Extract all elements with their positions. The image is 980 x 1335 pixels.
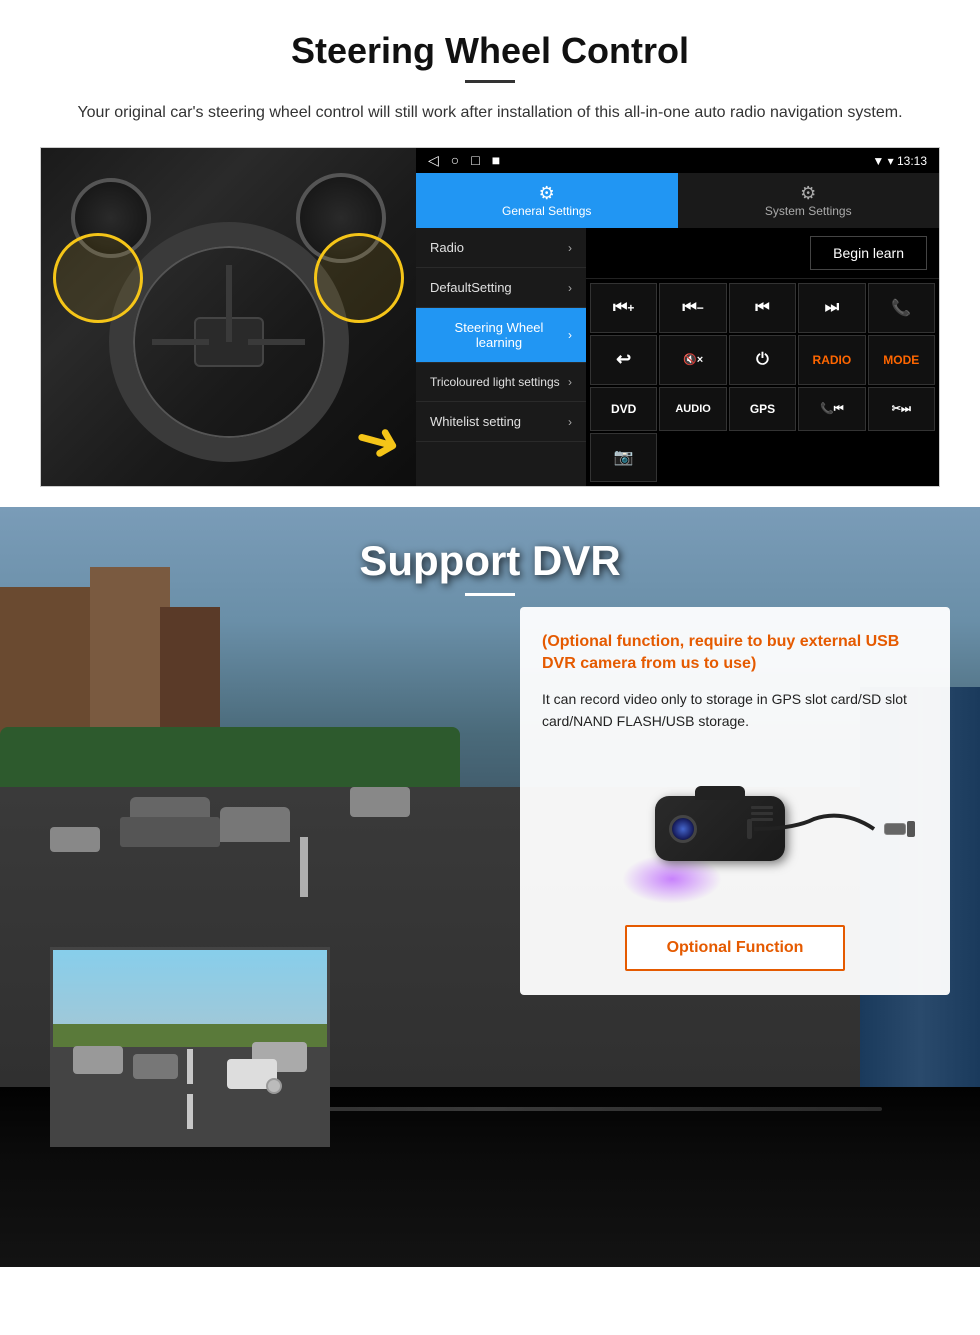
settings-tabs: ⚙ General Settings ⚙ System Settings <box>416 173 939 228</box>
dvr-title-area: Support DVR <box>0 507 980 616</box>
chevron-icon: › <box>568 415 572 429</box>
chevron-icon: › <box>568 375 572 389</box>
menu-item-radio[interactable]: Radio › <box>416 228 586 268</box>
section-subtitle: Your original car's steering wheel contr… <box>60 101 920 125</box>
dvr-info-card: (Optional function, require to buy exter… <box>520 607 950 995</box>
menu-item-whitelist-label: Whitelist setting <box>430 414 521 429</box>
begin-learn-button[interactable]: Begin learn <box>810 236 927 270</box>
audio-button[interactable]: AUDIO <box>659 387 726 431</box>
phone-prev-button[interactable]: 📞⏮ <box>798 387 865 431</box>
mute-button[interactable]: 🔇× <box>659 335 726 386</box>
chevron-icon: › <box>568 241 572 255</box>
gps-button[interactable]: GPS <box>729 387 796 431</box>
vol-up-button[interactable]: ⏮+ <box>590 283 657 333</box>
dvr-optional-text: (Optional function, require to buy exter… <box>542 631 928 676</box>
menu-item-defaultsetting[interactable]: DefaultSetting › <box>416 268 586 308</box>
prev-track-button[interactable]: ⏮ <box>729 283 796 333</box>
tab-system-label: System Settings <box>765 204 852 218</box>
dvr-title-divider <box>465 593 515 596</box>
settings-menu: Radio › DefaultSetting › Steering Wheel … <box>416 228 586 486</box>
android-head-unit: ◁ ○ □ ■ ▼ ▾ 13:13 ⚙ General Settings <box>416 148 939 486</box>
steering-controls-panel: Begin learn ⏮+ ⏮− ⏮ ⏭ 📞 ↩ 🔇× ⏻ RADIO MOD… <box>586 228 939 486</box>
phone-button[interactable]: 📞 <box>868 283 935 333</box>
statusbar-time-area: ▼ ▾ 13:13 <box>872 154 927 168</box>
begin-learn-area: Begin learn <box>586 228 939 279</box>
steering-photo: ➜ <box>41 148 416 487</box>
ui-screenshot: ➜ ◁ ○ □ ■ ▼ ▾ 13:13 <box>40 147 940 487</box>
menu-item-radio-label: Radio <box>430 240 464 255</box>
tab-general-label: General Settings <box>502 204 591 218</box>
mode-button[interactable]: MODE <box>868 335 935 386</box>
return-button[interactable]: ↩ <box>590 335 657 386</box>
settings-content: Radio › DefaultSetting › Steering Wheel … <box>416 228 939 486</box>
dvr-description: It can record video only to storage in G… <box>542 688 928 733</box>
menu-item-tricoloured[interactable]: Tricoloured light settings › <box>416 363 586 402</box>
title-divider <box>465 80 515 83</box>
vol-down-button[interactable]: ⏮− <box>659 283 726 333</box>
wifi-icon: ▾ <box>888 154 897 168</box>
next-track-button[interactable]: ⏭ <box>798 283 865 333</box>
menu-item-steering-wheel[interactable]: Steering Wheel learning › <box>416 308 586 363</box>
camera-button[interactable]: 📷 <box>590 433 657 483</box>
cut-next-button[interactable]: ✂⏭ <box>868 387 935 431</box>
dvr-camera-image <box>542 749 928 909</box>
steering-section: Steering Wheel Control Your original car… <box>0 0 980 507</box>
optional-function-button[interactable]: Optional Function <box>625 925 846 971</box>
radio-button[interactable]: RADIO <box>798 335 865 386</box>
tab-general-settings[interactable]: ⚙ General Settings <box>416 173 678 228</box>
menu-item-tricoloured-label: Tricoloured light settings <box>430 375 560 389</box>
page-title: Steering Wheel Control <box>40 30 940 72</box>
chevron-icon: › <box>568 281 572 295</box>
dvr-inset-screenshot <box>50 947 330 1147</box>
back-icon: ◁ <box>428 152 439 169</box>
dvd-button[interactable]: DVD <box>590 387 657 431</box>
menu-icon: ■ <box>492 152 500 169</box>
statusbar-nav-icons: ◁ ○ □ ■ <box>428 152 500 169</box>
menu-item-defaultsetting-label: DefaultSetting <box>430 280 512 295</box>
system-icon: ⚙ <box>686 183 932 204</box>
dvr-page-title: Support DVR <box>0 537 980 585</box>
statusbar: ◁ ○ □ ■ ▼ ▾ 13:13 <box>416 148 939 173</box>
home-icon: ○ <box>451 152 459 169</box>
recents-icon: □ <box>471 152 479 169</box>
cable-svg <box>754 809 884 849</box>
signal-icon: ▼ <box>872 154 887 168</box>
menu-item-steering-label: Steering Wheel learning <box>430 320 568 350</box>
control-buttons-grid: ⏮+ ⏮− ⏮ ⏭ 📞 ↩ 🔇× ⏻ RADIO MODE DVD AUDIO … <box>586 279 939 486</box>
tab-system-settings[interactable]: ⚙ System Settings <box>678 173 940 228</box>
menu-item-whitelist[interactable]: Whitelist setting › <box>416 402 586 442</box>
chevron-icon: › <box>568 328 572 342</box>
dvr-section: Support DVR (Optional function, require … <box>0 507 980 1267</box>
clock: 13:13 <box>897 154 927 168</box>
power-button[interactable]: ⏻ <box>729 335 796 386</box>
gear-icon: ⚙ <box>424 183 670 204</box>
